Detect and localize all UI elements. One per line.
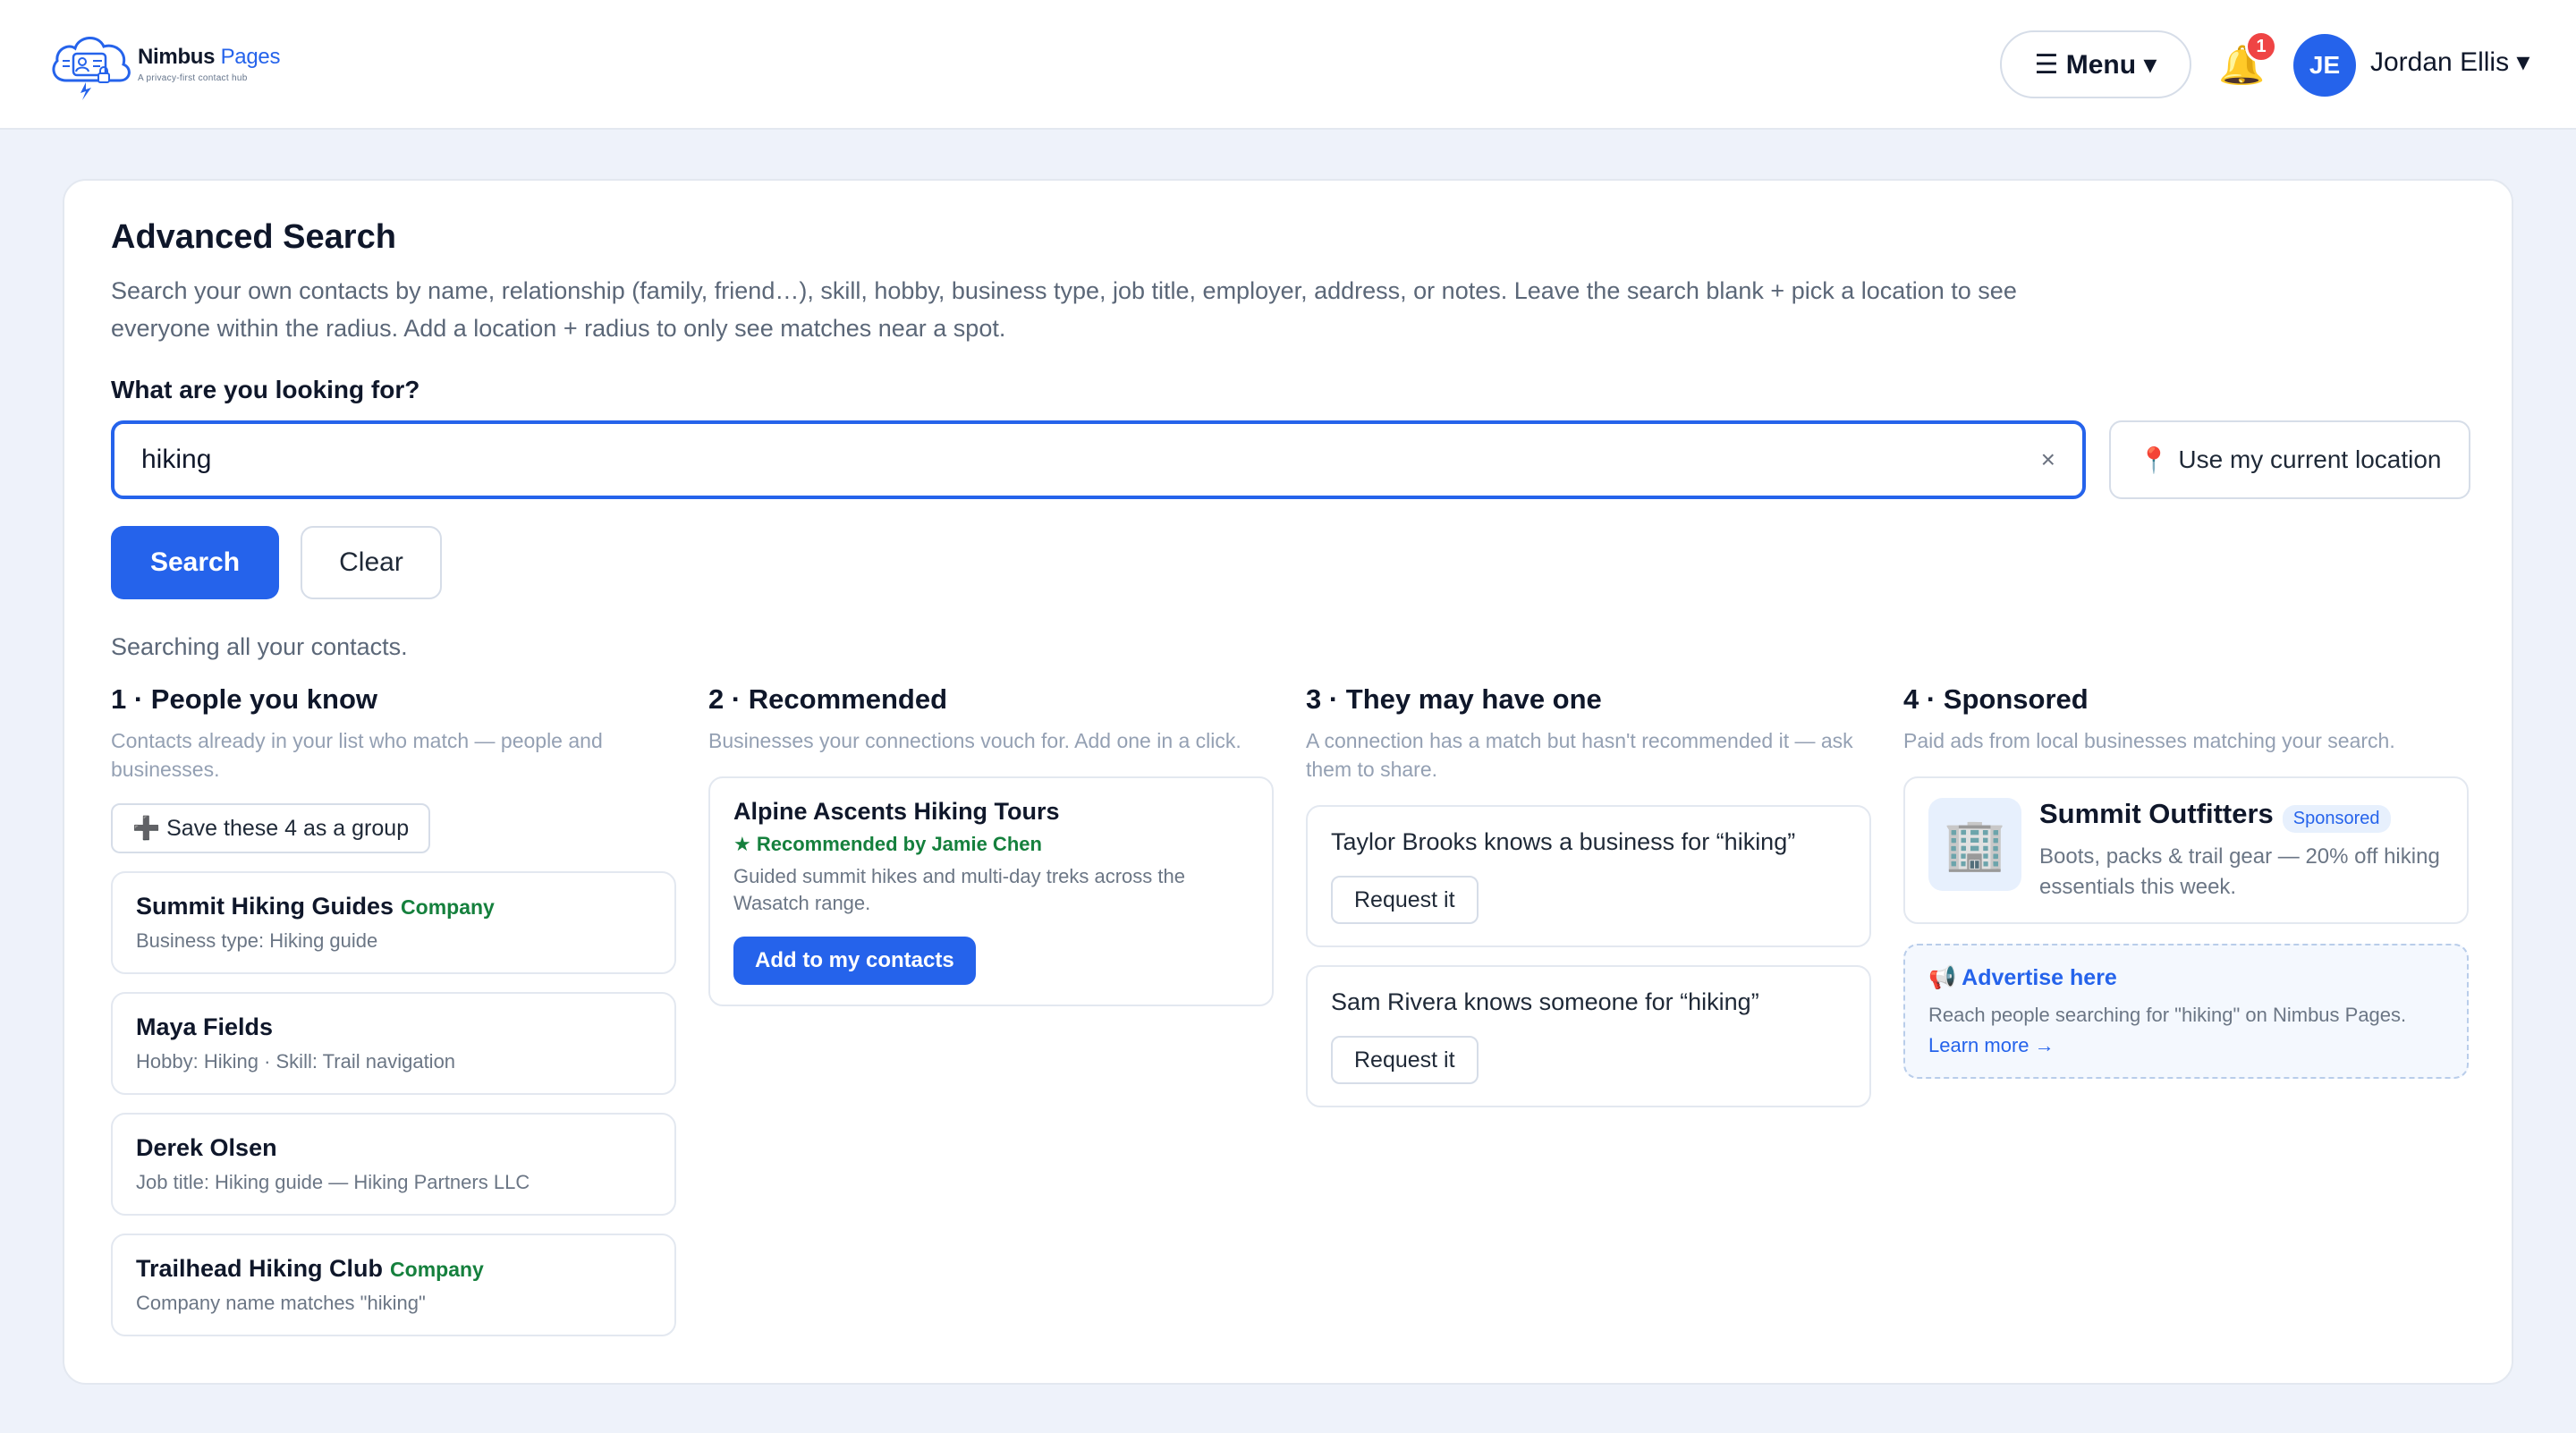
menu-button[interactable]: ☰ Menu ▾	[2000, 30, 2191, 98]
ad-description: Boots, packs & trail gear — 20% off hiki…	[2039, 844, 2440, 900]
column-title: 4 · Sponsored	[1903, 683, 2089, 715]
advertise-text: Reach people searching for "hiking" on N…	[1928, 1004, 2407, 1027]
add-to-contacts-button[interactable]: Add to my contacts	[733, 937, 976, 985]
brand-name: Nimbus Pages	[138, 44, 281, 69]
recommended-description: Guided summit hikes and multi-day treks …	[733, 865, 1185, 914]
recommended-name: Alpine Ascents Hiking Tours	[733, 798, 1060, 825]
search-status: Searching all your contacts.	[111, 633, 408, 660]
building-icon: 🏢	[1928, 798, 2021, 891]
use-location-button[interactable]: 📍 Use my current location	[2109, 420, 2470, 499]
contact-name: Trailhead Hiking Club	[136, 1255, 384, 1282]
contact-card[interactable]: Trailhead Hiking Club Company Company nam…	[111, 1234, 676, 1336]
people-you-know-column: 1 · People you know Contacts already in …	[111, 683, 676, 1336]
company-tag: Company	[401, 895, 495, 919]
search-button[interactable]: Search	[111, 526, 279, 599]
user-menu[interactable]: Jordan Ellis ▾	[2370, 47, 2529, 78]
request-card: Taylor Brooks knows a business for “hiki…	[1306, 805, 1871, 947]
column-subtitle: A connection has a match but hasn't reco…	[1306, 729, 1853, 781]
save-group-button[interactable]: ➕ Save these 4 as a group	[111, 803, 431, 853]
contact-card[interactable]: Maya Fields Hobby: Hiking · Skill: Trail…	[111, 992, 676, 1095]
cloud-contact-icon	[52, 37, 131, 100]
recommended-card: Alpine Ascents Hiking Tours ★ Recommende…	[708, 776, 1274, 1006]
clear-search-icon[interactable]: ×	[2041, 445, 2055, 474]
notification-badge: 1	[2245, 30, 2277, 63]
page-title: Advanced Search	[111, 218, 396, 256]
ad-title: Summit Outfitters	[2039, 798, 2274, 829]
column-subtitle: Paid ads from local businesses matching …	[1903, 729, 2395, 752]
request-card: Sam Rivera knows someone for “hiking” Re…	[1306, 965, 1871, 1107]
brand-logo[interactable]: Nimbus Pages A privacy-first contact hub	[47, 25, 280, 102]
column-title: 1 · People you know	[111, 683, 377, 715]
recommended-column: 2 · Recommended Businesses your connecti…	[708, 683, 1274, 1006]
learn-more-link[interactable]: Learn more →	[1928, 1034, 2444, 1057]
contact-detail: Business type: Hiking guide	[136, 929, 378, 952]
may-have-one-column: 3 · They may have one A connection has a…	[1306, 683, 1871, 1107]
contact-card[interactable]: Summit Hiking Guides Company Business typ…	[111, 871, 676, 974]
contact-card[interactable]: Derek Olsen Job title: Hiking guide — Hi…	[111, 1113, 676, 1216]
contact-name: Maya Fields	[136, 1013, 274, 1040]
request-it-button[interactable]: Request it	[1331, 1036, 1479, 1084]
advanced-search-card: Advanced Search Search your own contacts…	[63, 179, 2513, 1385]
contact-detail: Company name matches "hiking"	[136, 1292, 426, 1314]
search-input[interactable]: hiking ×	[111, 420, 2086, 499]
company-tag: Company	[390, 1258, 484, 1281]
sponsored-column: 4 · Sponsored Paid ads from local busine…	[1903, 683, 2469, 1080]
recommended-by: ★ Recommended by Jamie Chen	[733, 833, 1042, 855]
contact-name: Derek Olsen	[136, 1134, 277, 1161]
sponsored-badge: Sponsored	[2282, 805, 2391, 834]
search-field-label: What are you looking for?	[111, 376, 420, 403]
contact-name: Summit Hiking Guides	[136, 893, 394, 920]
contact-detail: Hobby: Hiking · Skill: Trail navigation	[136, 1050, 456, 1073]
clear-button[interactable]: Clear	[301, 526, 442, 599]
advertise-box: 📢 Advertise here Reach people searching …	[1903, 944, 2469, 1080]
top-bar: Nimbus Pages A privacy-first contact hub…	[0, 0, 2576, 130]
search-input-value[interactable]: hiking	[141, 445, 2041, 475]
column-subtitle: Businesses your connections vouch for. A…	[708, 729, 1241, 752]
request-text: Sam Rivera knows someone for “hiking”	[1331, 988, 1759, 1015]
contact-detail: Job title: Hiking guide — Hiking Partner…	[136, 1171, 530, 1193]
request-text: Taylor Brooks knows a business for “hiki…	[1331, 828, 1796, 855]
use-location-label: Use my current location	[2178, 445, 2442, 473]
column-title: 2 · Recommended	[708, 683, 948, 715]
avatar[interactable]: JE	[2293, 34, 2356, 97]
request-it-button[interactable]: Request it	[1331, 876, 1479, 924]
advertise-title[interactable]: 📢 Advertise here	[1928, 965, 2444, 991]
sponsored-ad-card[interactable]: 🏢 Summit Outfitters Sponsored Boots, pack…	[1903, 776, 2469, 925]
column-title: 3 · They may have one	[1306, 683, 1602, 715]
brand-tagline: A privacy-first contact hub	[138, 72, 248, 83]
column-subtitle: Contacts already in your list who match …	[111, 729, 603, 781]
location-pin-icon: 📍	[2138, 445, 2170, 474]
page-description: Search your own contacts by name, relati…	[111, 277, 2017, 342]
